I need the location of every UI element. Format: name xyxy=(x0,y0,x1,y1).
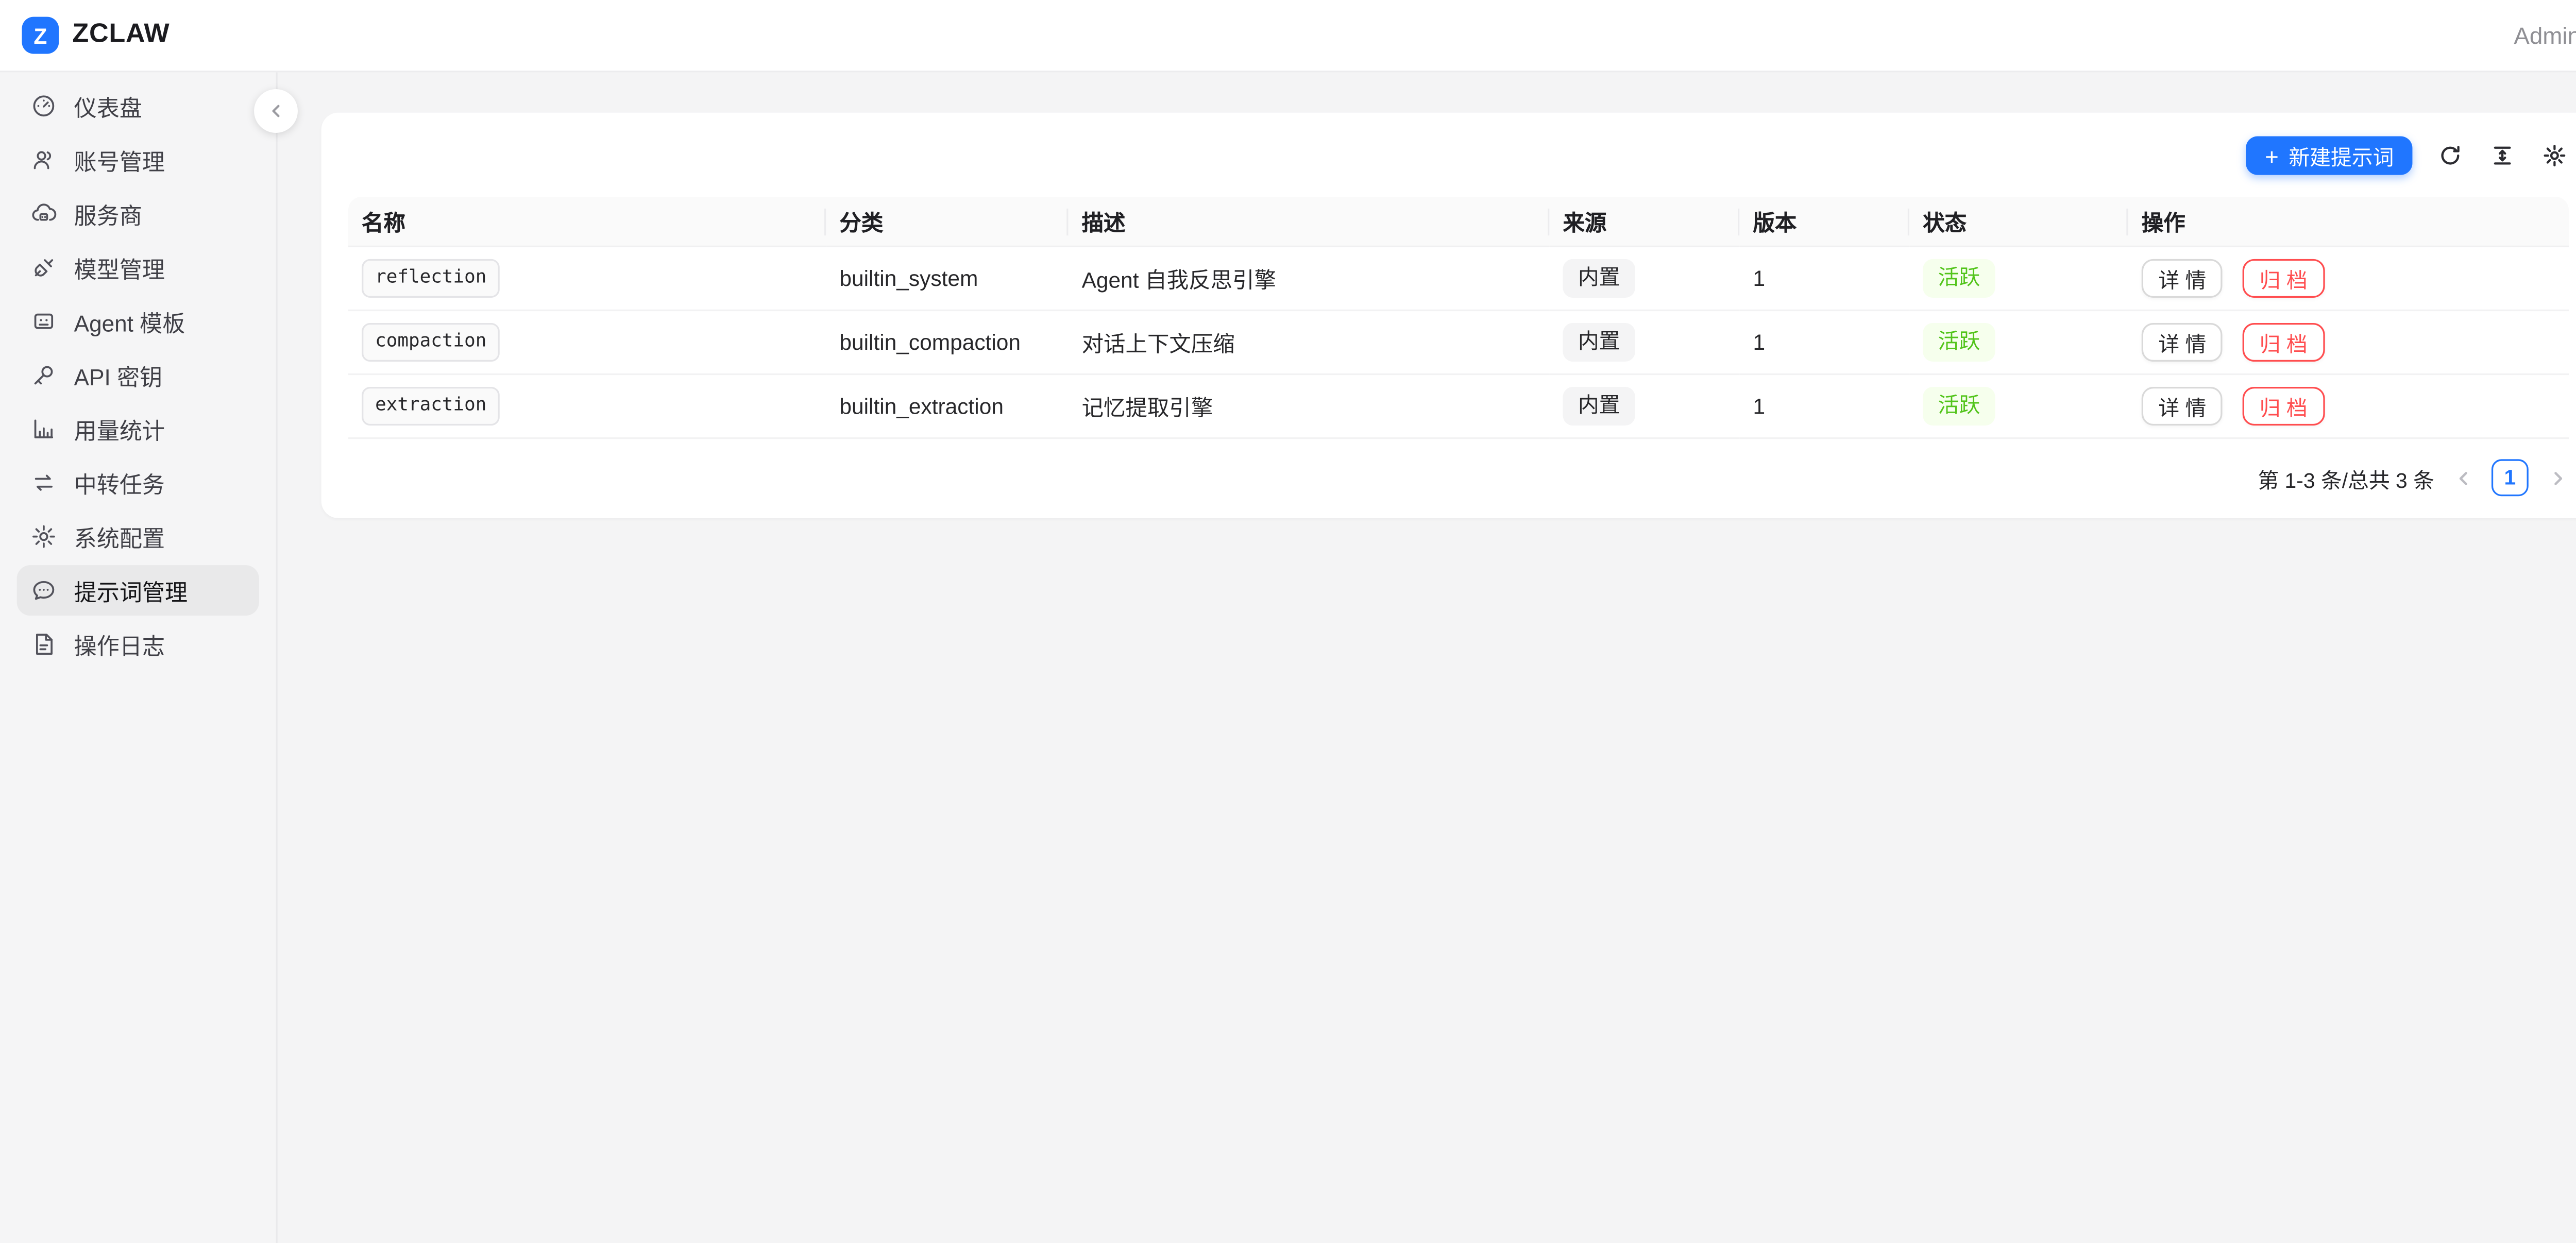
prompt-category: builtin_system xyxy=(826,247,1068,311)
app: Z ZCLAW Admin 仪表盘 账号管理 xyxy=(0,0,2576,1243)
sidebar-item-models[interactable]: 模型管理 xyxy=(17,242,259,293)
gear-icon xyxy=(30,523,57,550)
prompt-name-tag: extraction xyxy=(362,387,500,425)
prompt-name-tag: compaction xyxy=(362,323,500,361)
chevron-left-icon xyxy=(2453,468,2472,487)
prompt-description: 记忆提取引擎 xyxy=(1068,375,1549,439)
table-row: extraction builtin_extraction 记忆提取引擎 内置 … xyxy=(348,375,2569,439)
prompt-version: 1 xyxy=(1739,375,1909,439)
prompt-description: 对话上下文压缩 xyxy=(1068,311,1549,375)
prompt-version: 1 xyxy=(1739,247,1909,311)
column-header-name: 名称 xyxy=(348,197,826,247)
comment-icon xyxy=(30,577,57,604)
user-menu[interactable]: Admin xyxy=(2514,22,2576,48)
swap-icon xyxy=(30,469,57,496)
cloud-server-icon xyxy=(30,200,57,227)
archive-button[interactable]: 归 档 xyxy=(2243,323,2324,362)
source-tag: 内置 xyxy=(1563,259,1635,298)
file-text-icon xyxy=(30,631,57,657)
bar-chart-icon xyxy=(30,416,57,442)
detail-button[interactable]: 详 情 xyxy=(2142,259,2223,298)
prompt-version: 1 xyxy=(1739,311,1909,375)
prompt-category: builtin_extraction xyxy=(826,375,1068,439)
key-icon xyxy=(30,362,57,388)
sidebar-item-label: 操作日志 xyxy=(74,627,165,661)
detail-button[interactable]: 详 情 xyxy=(2142,387,2223,425)
status-badge: 活跃 xyxy=(1923,259,1995,298)
column-header-actions: 操作 xyxy=(2128,197,2569,247)
sidebar-item-label: 模型管理 xyxy=(74,251,165,284)
column-header-description: 描述 xyxy=(1068,197,1549,247)
new-prompt-label: 新建提示词 xyxy=(2289,140,2394,172)
column-header-source: 来源 xyxy=(1549,197,1739,247)
prompt-category: builtin_compaction xyxy=(826,311,1068,375)
sidebar-item-label: 提示词管理 xyxy=(74,573,188,607)
plus-icon: + xyxy=(2265,144,2279,167)
brand[interactable]: Z ZCLAW xyxy=(22,17,170,54)
sidebar-item-label: 仪表盘 xyxy=(74,89,142,123)
source-tag: 内置 xyxy=(1563,322,1635,362)
new-prompt-button[interactable]: + 新建提示词 xyxy=(2246,136,2412,175)
column-header-version: 版本 xyxy=(1739,197,1909,247)
top-bar: Z ZCLAW Admin xyxy=(0,0,2576,72)
table-row: reflection builtin_system Agent 自我反思引擎 内… xyxy=(348,247,2569,311)
chevron-left-icon xyxy=(266,101,286,121)
sidebar-item-label: 账号管理 xyxy=(74,143,165,177)
sidebar-item-usage-stats[interactable]: 用量统计 xyxy=(17,404,259,454)
archive-button[interactable]: 归 档 xyxy=(2243,259,2324,298)
status-badge: 活跃 xyxy=(1923,322,1995,362)
chevron-right-icon xyxy=(2548,468,2566,487)
prev-page-button[interactable] xyxy=(2451,459,2475,496)
sidebar-item-api-keys[interactable]: API 密钥 xyxy=(17,350,259,400)
plug-icon xyxy=(30,254,57,281)
sidebar-item-system-config[interactable]: 系统配置 xyxy=(17,512,259,562)
sidebar-collapse-button[interactable] xyxy=(254,89,298,133)
sidebar-item-label: 服务商 xyxy=(74,197,142,230)
detail-button[interactable]: 详 情 xyxy=(2142,323,2223,362)
sidebar-item-label: 用量统计 xyxy=(74,412,165,446)
pagination: 第 1-3 条/总共 3 条 1 xyxy=(321,439,2576,516)
main-content: + 新建提示词 xyxy=(278,72,2576,1243)
logo-icon: Z xyxy=(22,17,59,54)
sidebar-item-label: 中转任务 xyxy=(74,466,165,499)
sidebar-item-label: 系统配置 xyxy=(74,520,165,553)
prompt-table-card: + 新建提示词 xyxy=(321,113,2576,518)
sidebar-item-prompt-management[interactable]: 提示词管理 xyxy=(17,565,259,616)
users-icon xyxy=(30,146,57,173)
table-row: compaction builtin_compaction 对话上下文压缩 内置… xyxy=(348,311,2569,375)
sidebar-item-label: Agent 模板 xyxy=(74,304,185,338)
page-1-button[interactable]: 1 xyxy=(2492,459,2529,496)
column-header-status: 状态 xyxy=(1909,197,2128,247)
table-toolbar: + 新建提示词 xyxy=(321,113,2576,197)
status-badge: 活跃 xyxy=(1923,386,1995,426)
prompt-table: 名称 分类 描述 来源 版本 状态 操作 reflection xyxy=(348,197,2569,439)
sidebar-item-providers[interactable]: 服务商 xyxy=(17,189,259,239)
sidebar-item-dashboard[interactable]: 仪表盘 xyxy=(17,81,259,131)
settings-icon[interactable] xyxy=(2538,141,2569,171)
pagination-summary: 第 1-3 条/总共 3 条 xyxy=(2258,462,2434,493)
sidebar-item-agent-templates[interactable]: Agent 模板 xyxy=(17,296,259,347)
sidebar: 仪表盘 账号管理 服务商 模型管理 xyxy=(0,72,278,1243)
table-header-row: 名称 分类 描述 来源 版本 状态 操作 xyxy=(348,197,2569,247)
reload-icon[interactable] xyxy=(2434,141,2465,171)
prompt-name-tag: reflection xyxy=(362,260,500,297)
column-height-icon[interactable] xyxy=(2486,141,2517,171)
sidebar-item-relay-tasks[interactable]: 中转任务 xyxy=(17,457,259,508)
next-page-button[interactable] xyxy=(2545,459,2569,496)
prompt-description: Agent 自我反思引擎 xyxy=(1068,247,1549,311)
sidebar-item-label: API 密钥 xyxy=(74,359,162,392)
gauge-icon xyxy=(30,93,57,120)
sidebar-item-accounts[interactable]: 账号管理 xyxy=(17,134,259,185)
column-header-category: 分类 xyxy=(826,197,1068,247)
robot-icon xyxy=(30,308,57,335)
archive-button[interactable]: 归 档 xyxy=(2243,387,2324,425)
brand-name: ZCLAW xyxy=(72,20,170,50)
source-tag: 内置 xyxy=(1563,386,1635,426)
sidebar-item-operation-logs[interactable]: 操作日志 xyxy=(17,619,259,670)
